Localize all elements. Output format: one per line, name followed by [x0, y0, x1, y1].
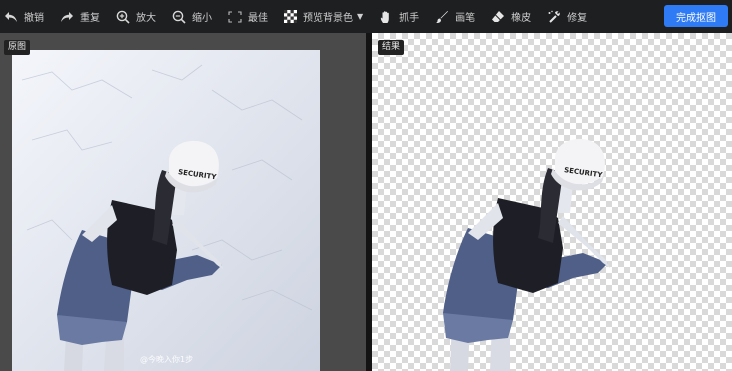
- toolbar: 撤销 重复 放大 缩小 最佳 预览背景色 ▼ 抓手 画笔 橡皮 修复 完成抠图: [0, 0, 732, 33]
- redo-label: 重复: [80, 13, 100, 24]
- result-panel: SECURITY 结果: [372, 33, 732, 371]
- repair-button[interactable]: 修复: [547, 0, 587, 33]
- fit-icon: [228, 10, 242, 23]
- repair-label: 修复: [567, 13, 588, 24]
- hand-icon: [379, 10, 393, 24]
- zoom-out-label: 缩小: [192, 13, 212, 24]
- undo-label: 撤销: [24, 13, 44, 24]
- original-panel: SECURITY @今晚入你1步 原图: [0, 33, 366, 371]
- original-photo[interactable]: SECURITY @今晚入你1步: [12, 50, 320, 371]
- undo-button[interactable]: 撤销: [4, 0, 44, 33]
- checker-icon: [284, 10, 297, 23]
- grab-label: 抓手: [399, 13, 420, 24]
- chevron-down-icon: ▼: [357, 12, 364, 21]
- preview-bg-button[interactable]: 预览背景色 ▼: [284, 0, 363, 33]
- best-fit-label: 最佳: [248, 13, 268, 24]
- result-badge: 结果: [378, 40, 405, 55]
- best-fit-button[interactable]: 最佳: [228, 0, 268, 33]
- brush-icon: [435, 10, 449, 24]
- zoom-in-label: 放大: [136, 13, 156, 24]
- zoom-out-icon: [172, 10, 186, 24]
- brush-button[interactable]: 画笔: [435, 0, 475, 33]
- zoom-in-button[interactable]: 放大: [116, 0, 156, 33]
- original-badge: 原图: [4, 40, 31, 55]
- eraser-button[interactable]: 橡皮: [491, 0, 531, 33]
- redo-button[interactable]: 重复: [60, 0, 100, 33]
- redo-icon: [60, 11, 74, 23]
- photo-watermark: @今晚入你1步: [140, 355, 194, 364]
- finish-cutout-button[interactable]: 完成抠图: [664, 5, 728, 27]
- eraser-icon: [491, 10, 505, 23]
- cutout-result-image[interactable]: SECURITY: [372, 33, 732, 371]
- zoom-out-button[interactable]: 缩小: [172, 0, 212, 33]
- brush-label: 画笔: [455, 13, 476, 24]
- eraser-label: 橡皮: [511, 13, 532, 24]
- undo-icon: [4, 11, 18, 23]
- repair-icon: [547, 10, 561, 24]
- grab-button[interactable]: 抓手: [379, 0, 419, 33]
- preview-bg-label: 预览背景色: [303, 13, 353, 24]
- zoom-in-icon: [116, 10, 130, 24]
